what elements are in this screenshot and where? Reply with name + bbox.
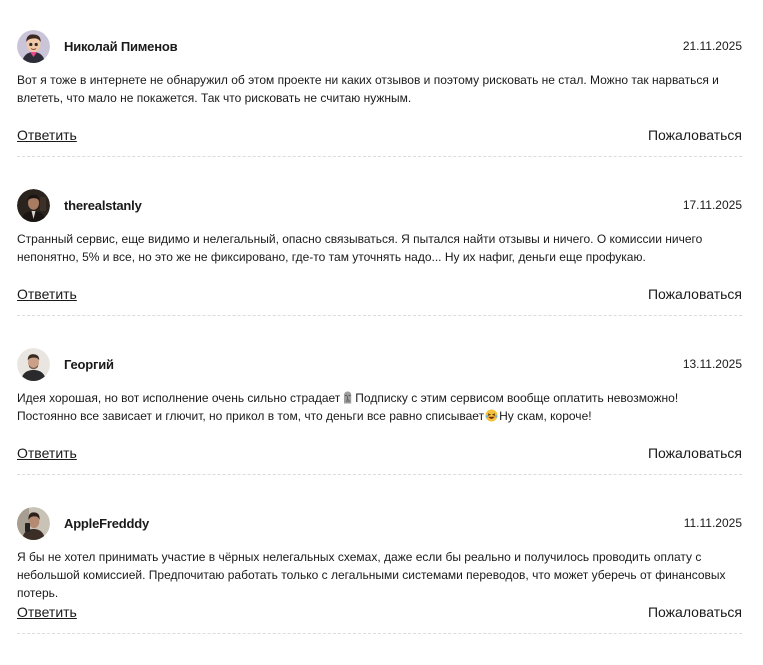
- man-photo-avatar: [17, 347, 50, 381]
- divider: [17, 156, 742, 157]
- comment-text: Я бы не хотел принимать участие в чёрных…: [17, 548, 742, 600]
- divider: [17, 315, 742, 316]
- comment-text-part: Ну скам, короче!: [499, 409, 592, 423]
- comment-text-part: Я бы не хотел принимать участие в чёрных…: [17, 550, 726, 600]
- comment-item: Георгий 13.11.2025 Идея хорошая, но вот …: [17, 347, 742, 506]
- moai-emoji-icon: [344, 391, 352, 404]
- report-button[interactable]: Пожаловаться: [648, 445, 742, 461]
- divider: [17, 633, 742, 634]
- avatar[interactable]: [17, 347, 50, 381]
- comment-item: Николай Пименов 21.11.2025 Вот я тоже в …: [17, 29, 742, 188]
- avatar[interactable]: [17, 188, 50, 222]
- comment-actions: Ответить Пожаловаться: [17, 443, 742, 463]
- comment-header: therealstanly 17.11.2025: [17, 188, 742, 222]
- comment-header: Николай Пименов 21.11.2025: [17, 29, 742, 63]
- comment-date: 13.11.2025: [682, 357, 742, 371]
- comment-item: AppleFredddy 11.11.2025 Я бы не хотел пр…: [17, 506, 742, 665]
- author-name: therealstanly: [64, 197, 142, 213]
- comment-header: Георгий 13.11.2025: [17, 347, 742, 381]
- comment-actions: Ответить Пожаловаться: [17, 284, 742, 304]
- author-name: AppleFredddy: [64, 515, 149, 531]
- comment-text-part: Странный сервис, еще видимо и нелегальны…: [17, 232, 703, 264]
- reply-button[interactable]: Ответить: [17, 286, 77, 302]
- comment-date: 11.11.2025: [683, 516, 742, 530]
- comment-actions: Ответить Пожаловаться: [17, 125, 742, 145]
- cartoon-person-avatar: [17, 29, 50, 63]
- comment-item: therealstanly 17.11.2025 Странный сервис…: [17, 188, 742, 347]
- reply-button[interactable]: Ответить: [17, 445, 77, 461]
- comment-text-part: Идея хорошая, но вот исполнение очень си…: [17, 391, 341, 405]
- author-name: Георгий: [64, 356, 114, 372]
- author-name: Николай Пименов: [64, 38, 178, 54]
- divider: [17, 474, 742, 475]
- reply-button[interactable]: Ответить: [17, 604, 77, 620]
- man-in-suit-photo-avatar: [17, 188, 50, 222]
- comment-text: Странный сервис, еще видимо и нелегальны…: [17, 230, 742, 266]
- comment-text-part: Вот я тоже в интернете не обнаружил об э…: [17, 73, 719, 105]
- avatar[interactable]: [17, 29, 50, 63]
- person-photo-avatar: [17, 506, 50, 540]
- reply-button[interactable]: Ответить: [17, 127, 77, 143]
- comments-list: Николай Пименов 21.11.2025 Вот я тоже в …: [17, 29, 742, 665]
- comment-date: 17.11.2025: [682, 198, 742, 212]
- comment-date: 21.11.2025: [682, 39, 742, 53]
- report-button[interactable]: Пожаловаться: [648, 604, 742, 620]
- report-button[interactable]: Пожаловаться: [648, 127, 742, 143]
- laughing-emoji-icon: [485, 409, 498, 422]
- comment-text: Вот я тоже в интернете не обнаружил об э…: [17, 71, 742, 107]
- avatar[interactable]: [17, 506, 50, 540]
- comment-actions: Ответить Пожаловаться: [17, 602, 742, 622]
- comment-text: Идея хорошая, но вот исполнение очень си…: [17, 389, 742, 425]
- report-button[interactable]: Пожаловаться: [648, 286, 742, 302]
- comment-header: AppleFredddy 11.11.2025: [17, 506, 742, 540]
